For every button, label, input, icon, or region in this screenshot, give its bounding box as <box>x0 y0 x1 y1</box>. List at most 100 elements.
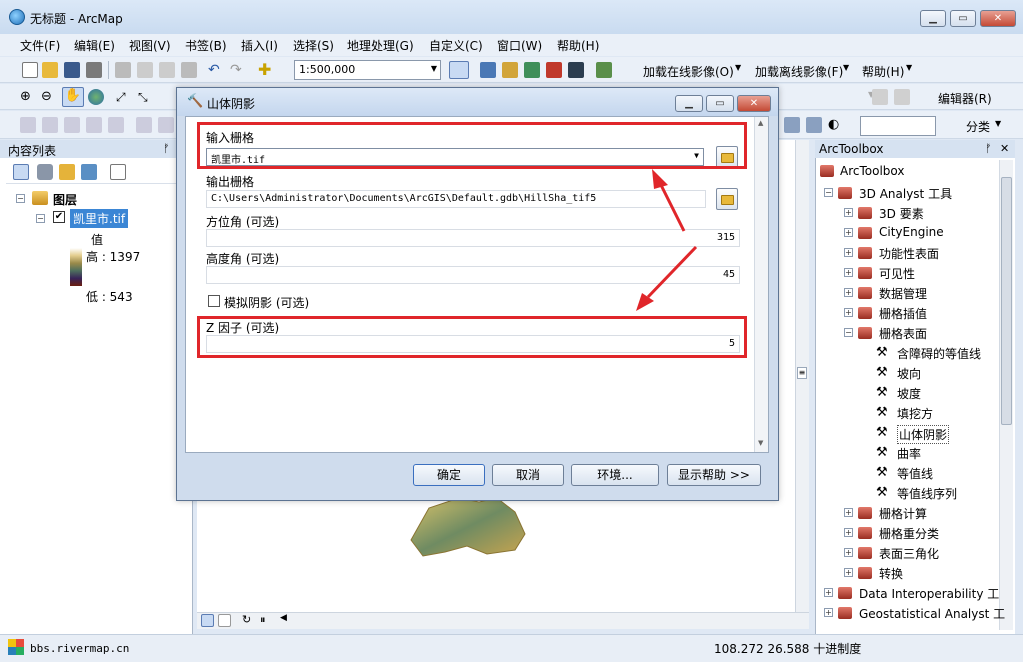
expand-icon[interactable]: + <box>844 548 853 557</box>
toolbox-item[interactable]: 数据管理 <box>879 285 927 302</box>
expand-icon[interactable]: + <box>844 288 853 297</box>
load-online-imagery-menu[interactable]: 加载在线影像(O) <box>643 63 734 80</box>
data-view-icon[interactable] <box>201 614 214 627</box>
toolbox-item[interactable]: 3D 要素 <box>879 205 924 222</box>
expand-icon[interactable]: + <box>844 268 853 277</box>
minimize-button[interactable]: ▁ <box>920 10 946 27</box>
editor-toolbar-icon[interactable] <box>449 61 469 79</box>
expand-icon[interactable]: + <box>844 528 853 537</box>
layers-group-label[interactable]: 图层 <box>53 191 77 208</box>
expand-icon[interactable]: + <box>844 248 853 257</box>
expand-icon[interactable]: + <box>844 508 853 517</box>
dialog-minimize-button[interactable]: ▁ <box>675 95 703 112</box>
toolbox-item[interactable]: CityEngine <box>879 225 944 239</box>
tool-item[interactable]: 含障碍的等值线 <box>897 345 981 362</box>
maximize-button[interactable]: ▭ <box>950 10 976 27</box>
toolbox-item[interactable]: 转换 <box>879 565 903 582</box>
tool-item[interactable]: 山体阴影 <box>897 425 950 444</box>
grid2-icon[interactable] <box>894 89 910 105</box>
expand-icon[interactable]: + <box>824 608 833 617</box>
zoom-whole-page-icon[interactable] <box>86 117 102 133</box>
table-icon[interactable] <box>806 117 822 133</box>
menu-customize[interactable]: 自定义(C) <box>429 37 483 54</box>
close-icon[interactable]: ✕ <box>1000 142 1009 155</box>
pan-layout-icon[interactable] <box>64 117 80 133</box>
search-window-icon[interactable] <box>524 62 540 78</box>
histogram-icon[interactable] <box>784 117 800 133</box>
scroll-up-icon[interactable]: ▲ <box>758 119 763 127</box>
toolbox-item[interactable]: 3D Analyst 工具 <box>859 185 952 202</box>
toolbox-item[interactable]: 功能性表面 <box>879 245 939 262</box>
close-button[interactable]: ✕ <box>980 10 1016 27</box>
expand-icon[interactable]: + <box>824 588 833 597</box>
scroll-thumb[interactable]: ≡ <box>797 367 807 379</box>
dialog-maximize-button[interactable]: ▭ <box>706 95 734 112</box>
redo-icon[interactable]: ↷ <box>230 62 246 78</box>
arctoolbox-root[interactable]: ArcToolbox <box>840 164 904 178</box>
tool-item[interactable]: 等值线 <box>897 465 933 482</box>
plugin-help-menu[interactable]: 帮助(H) <box>862 63 904 80</box>
copy-icon[interactable] <box>137 62 153 78</box>
tool-item[interactable]: 填挖方 <box>897 405 933 422</box>
expand-icon[interactable]: + <box>844 308 853 317</box>
table-window-icon[interactable] <box>480 62 496 78</box>
parameters-scrollbar[interactable]: ▲ ▼ <box>754 117 768 452</box>
toolbox-scrollbar[interactable] <box>999 160 1013 630</box>
paste-icon[interactable] <box>159 62 175 78</box>
undo-icon[interactable]: ↶ <box>208 62 224 78</box>
arctoolbox-icon[interactable] <box>546 62 562 78</box>
zoom-in-icon[interactable]: ⊕ <box>20 89 36 105</box>
print-icon[interactable] <box>86 62 102 78</box>
load-offline-imagery-menu[interactable]: 加载离线影像(F) <box>755 63 843 80</box>
refresh-icon[interactable]: ↻ <box>242 613 251 626</box>
scale-combo[interactable]: 1:500,000 ▼ <box>294 60 441 80</box>
list-by-source-icon[interactable] <box>37 164 53 180</box>
identify-icon[interactable]: ◐ <box>828 117 844 133</box>
menu-windows[interactable]: 窗口(W) <box>497 37 542 54</box>
scroll-down-icon[interactable]: ▼ <box>758 439 763 447</box>
full-extent-icon[interactable] <box>88 89 104 105</box>
list-by-selection-icon[interactable] <box>81 164 97 180</box>
menu-help[interactable]: 帮助(H) <box>557 37 599 54</box>
zoom-layout-out-icon[interactable] <box>42 117 58 133</box>
zoom-100-icon[interactable] <box>108 117 124 133</box>
list-by-drawing-order-icon[interactable] <box>13 164 29 180</box>
toolbox-item[interactable]: Geostatistical Analyst 工 <box>859 605 1005 622</box>
expand-icon[interactable]: + <box>844 228 853 237</box>
add-data-icon[interactable]: ✚ <box>258 62 274 78</box>
fixed-layout-icon[interactable] <box>136 117 152 133</box>
toolbox-item[interactable]: 表面三角化 <box>879 545 939 562</box>
cancel-button[interactable]: 取消 <box>492 464 564 486</box>
open-folder-icon[interactable] <box>42 62 58 78</box>
new-document-icon[interactable] <box>22 62 38 78</box>
tool-item[interactable]: 坡向 <box>897 365 921 382</box>
toolbox-item[interactable]: 栅格计算 <box>879 505 927 522</box>
toolbox-item[interactable]: 栅格插值 <box>879 305 927 322</box>
list-by-visibility-icon[interactable] <box>59 164 75 180</box>
expand-icon[interactable]: + <box>844 208 853 217</box>
menu-edit[interactable]: 编辑(E) <box>74 37 115 54</box>
pause-drawing-icon[interactable]: ⏸ <box>260 613 266 627</box>
tool-item[interactable]: 等值线序列 <box>897 485 957 502</box>
delete-icon[interactable] <box>181 62 197 78</box>
grid-icon[interactable] <box>872 89 888 105</box>
layer-visibility-checkbox[interactable]: ✔ <box>53 211 65 223</box>
scroll-left-icon[interactable]: ◀ <box>280 613 287 623</box>
fixed-zoom-in-icon[interactable]: ⤢ <box>116 89 132 105</box>
pin-icon[interactable]: ᚠ <box>163 142 170 155</box>
tool-item[interactable]: 曲率 <box>897 445 921 462</box>
options-icon[interactable] <box>110 164 126 180</box>
menu-bookmarks[interactable]: 书签(B) <box>185 37 227 54</box>
cut-icon[interactable] <box>115 62 131 78</box>
menu-geoprocessing[interactable]: 地理处理(G) <box>347 37 414 54</box>
toolbox-item[interactable]: 栅格重分类 <box>879 525 939 542</box>
zoom-layout-icon[interactable] <box>20 117 36 133</box>
fixed-zoom-out-icon[interactable]: ⤡ <box>138 89 154 105</box>
menu-view[interactable]: 视图(V) <box>129 37 171 54</box>
layout-view-icon[interactable] <box>218 614 231 627</box>
collapse-layer-icon[interactable]: − <box>36 214 45 223</box>
menu-selection[interactable]: 选择(S) <box>293 37 334 54</box>
menu-insert[interactable]: 插入(I) <box>241 37 278 54</box>
toolbox-item[interactable]: 栅格表面 <box>879 325 927 342</box>
save-icon[interactable] <box>64 62 80 78</box>
